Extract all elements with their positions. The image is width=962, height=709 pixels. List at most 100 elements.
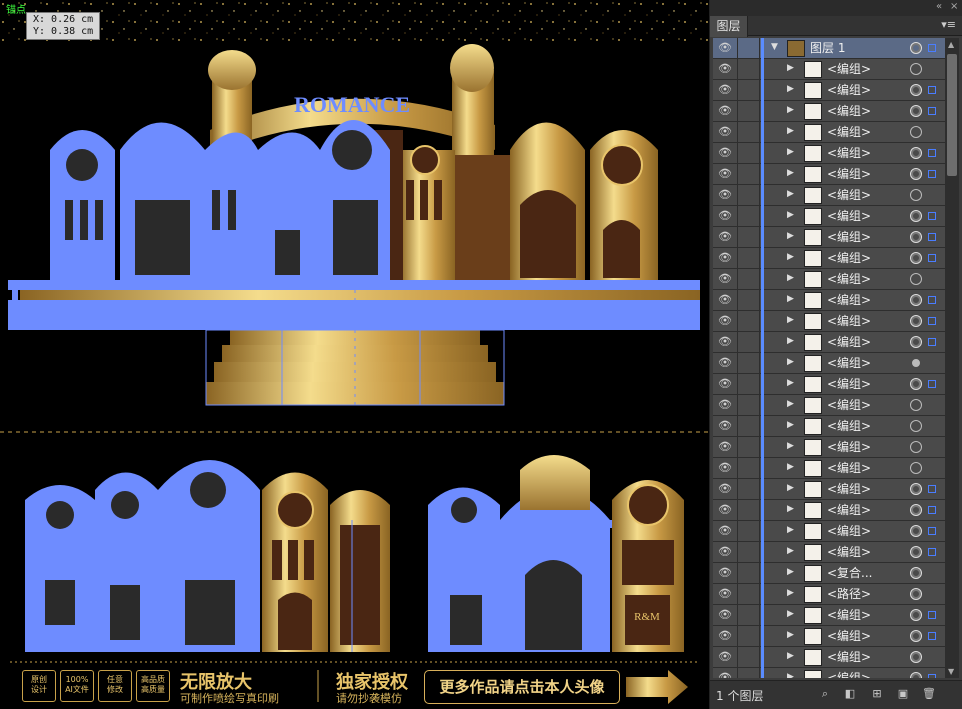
- target-circle-icon[interactable]: [910, 273, 922, 285]
- selection-square-icon[interactable]: [928, 233, 936, 241]
- selection-square-icon[interactable]: [928, 254, 936, 262]
- layer-row[interactable]: 👁 ▶ <编组>: [713, 164, 945, 185]
- visibility-eye-icon[interactable]: 👁: [713, 290, 738, 311]
- layer-name[interactable]: <编组>: [827, 59, 871, 80]
- layer-name[interactable]: <编组>: [827, 227, 871, 248]
- lock-toggle[interactable]: [738, 458, 760, 479]
- new-sublayer-icon[interactable]: ⊞: [870, 687, 884, 701]
- target-circle-icon[interactable]: [910, 399, 922, 411]
- expand-triangle-icon[interactable]: ▶: [787, 609, 794, 619]
- layer-name[interactable]: <编组>: [827, 248, 871, 269]
- visibility-eye-icon[interactable]: 👁: [713, 164, 738, 185]
- layers-scrollbar[interactable]: ▲ ▼: [945, 38, 959, 678]
- layer-name[interactable]: <编组>: [827, 122, 871, 143]
- layer-name[interactable]: <编组>: [827, 668, 871, 678]
- lock-toggle[interactable]: [738, 395, 760, 416]
- visibility-eye-icon[interactable]: 👁: [713, 332, 738, 353]
- expand-triangle-icon[interactable]: ▶: [787, 462, 794, 472]
- layer-row[interactable]: 👁 ▶ <编组>: [713, 458, 945, 479]
- selection-square-icon[interactable]: [928, 338, 936, 346]
- selection-square-icon[interactable]: [928, 44, 936, 52]
- lock-toggle[interactable]: [738, 101, 760, 122]
- expand-triangle-icon[interactable]: ▶: [787, 252, 794, 262]
- visibility-eye-icon[interactable]: 👁: [713, 122, 738, 143]
- target-circle-icon[interactable]: [910, 378, 922, 390]
- layer-row[interactable]: 👁 ▶ <编组>: [713, 101, 945, 122]
- visibility-eye-icon[interactable]: 👁: [713, 437, 738, 458]
- target-circle-icon[interactable]: [910, 483, 922, 495]
- lock-toggle[interactable]: [738, 479, 760, 500]
- layer-name[interactable]: <编组>: [827, 605, 871, 626]
- layer-name[interactable]: <编组>: [827, 185, 871, 206]
- layer-name[interactable]: <编组>: [827, 479, 871, 500]
- layer-name[interactable]: <编组>: [827, 647, 871, 668]
- visibility-eye-icon[interactable]: 👁: [713, 311, 738, 332]
- locate-object-icon[interactable]: ⌕: [818, 687, 832, 701]
- expand-triangle-icon[interactable]: ▶: [787, 84, 794, 94]
- target-circle-icon[interactable]: [910, 588, 922, 600]
- layer-name[interactable]: <编组>: [827, 332, 871, 353]
- layer-name[interactable]: <编组>: [827, 311, 871, 332]
- visibility-eye-icon[interactable]: 👁: [713, 59, 738, 80]
- target-circle-icon[interactable]: [910, 462, 922, 474]
- expand-triangle-icon[interactable]: ▶: [787, 441, 794, 451]
- target-circle-icon[interactable]: [910, 441, 922, 453]
- layer-row[interactable]: 👁 ▶ <编组>: [713, 542, 945, 563]
- expand-triangle-icon[interactable]: ▶: [787, 105, 794, 115]
- target-circle-icon[interactable]: [910, 420, 922, 432]
- visibility-eye-icon[interactable]: 👁: [713, 626, 738, 647]
- lock-toggle[interactable]: [738, 353, 760, 374]
- expand-triangle-icon[interactable]: ▶: [787, 651, 794, 661]
- selection-square-icon[interactable]: [928, 485, 936, 493]
- panel-menu-icon[interactable]: ▾≡: [941, 18, 956, 31]
- lock-toggle[interactable]: [738, 521, 760, 542]
- layer-row[interactable]: 👁 ▶ <复合...: [713, 563, 945, 584]
- visibility-eye-icon[interactable]: 👁: [713, 584, 738, 605]
- scroll-thumb[interactable]: [947, 54, 957, 176]
- layer-name[interactable]: <编组>: [827, 626, 871, 647]
- visibility-eye-icon[interactable]: 👁: [713, 80, 738, 101]
- visibility-eye-icon[interactable]: 👁: [713, 227, 738, 248]
- visibility-eye-icon[interactable]: 👁: [713, 458, 738, 479]
- layer-row[interactable]: 👁 ▶ <编组>: [713, 416, 945, 437]
- lock-toggle[interactable]: [738, 563, 760, 584]
- new-layer-icon[interactable]: ▣: [896, 687, 910, 701]
- target-circle-icon[interactable]: [910, 63, 922, 75]
- target-circle-icon[interactable]: [910, 231, 922, 243]
- visibility-eye-icon[interactable]: 👁: [713, 647, 738, 668]
- selection-square-icon[interactable]: [928, 380, 936, 388]
- lock-toggle[interactable]: [738, 374, 760, 395]
- target-circle-icon[interactable]: [910, 294, 922, 306]
- layer-row[interactable]: 👁 ▶ <编组>: [713, 668, 945, 678]
- expand-triangle-icon[interactable]: ▶: [787, 483, 794, 493]
- layer-name[interactable]: <编组>: [827, 290, 871, 311]
- layer-name[interactable]: <路径>: [827, 584, 871, 605]
- expand-triangle-icon[interactable]: ▶: [787, 231, 794, 241]
- layer-row[interactable]: 👁 ▶ <编组>: [713, 122, 945, 143]
- expand-triangle-icon[interactable]: ▶: [787, 399, 794, 409]
- target-circle-icon[interactable]: [910, 546, 922, 558]
- expand-triangle-icon[interactable]: ▶: [787, 420, 794, 430]
- lock-toggle[interactable]: [738, 437, 760, 458]
- expand-triangle-icon[interactable]: ▶: [787, 315, 794, 325]
- delete-layer-icon[interactable]: 🗑: [922, 687, 936, 701]
- layer-list[interactable]: 👁 ▼ 图层 1 👁 ▶ <编组> 👁 ▶ <编组> 👁 ▶ <编组> 👁 ▶ <编组> 👁 ▶ <编组> 👁…: [713, 38, 945, 678]
- expand-triangle-icon[interactable]: ▶: [787, 630, 794, 640]
- layer-name[interactable]: <编组>: [827, 353, 871, 374]
- layer-name[interactable]: 图层 1: [810, 38, 845, 59]
- lock-toggle[interactable]: [738, 626, 760, 647]
- visibility-eye-icon[interactable]: 👁: [713, 206, 738, 227]
- visibility-eye-icon[interactable]: 👁: [713, 248, 738, 269]
- expand-triangle-icon[interactable]: ▶: [787, 672, 794, 678]
- layer-row[interactable]: 👁 ▶ <编组>: [713, 500, 945, 521]
- layer-name[interactable]: <编组>: [827, 521, 871, 542]
- layer-row[interactable]: 👁 ▶ <编组>: [713, 605, 945, 626]
- collapse-icon[interactable]: «: [936, 1, 942, 12]
- lock-toggle[interactable]: [738, 185, 760, 206]
- layer-name[interactable]: <编组>: [827, 206, 871, 227]
- visibility-eye-icon[interactable]: 👁: [713, 668, 738, 678]
- lock-toggle[interactable]: [738, 605, 760, 626]
- lock-toggle[interactable]: [738, 311, 760, 332]
- selection-square-icon[interactable]: [928, 506, 936, 514]
- expand-triangle-icon[interactable]: ▶: [787, 63, 794, 73]
